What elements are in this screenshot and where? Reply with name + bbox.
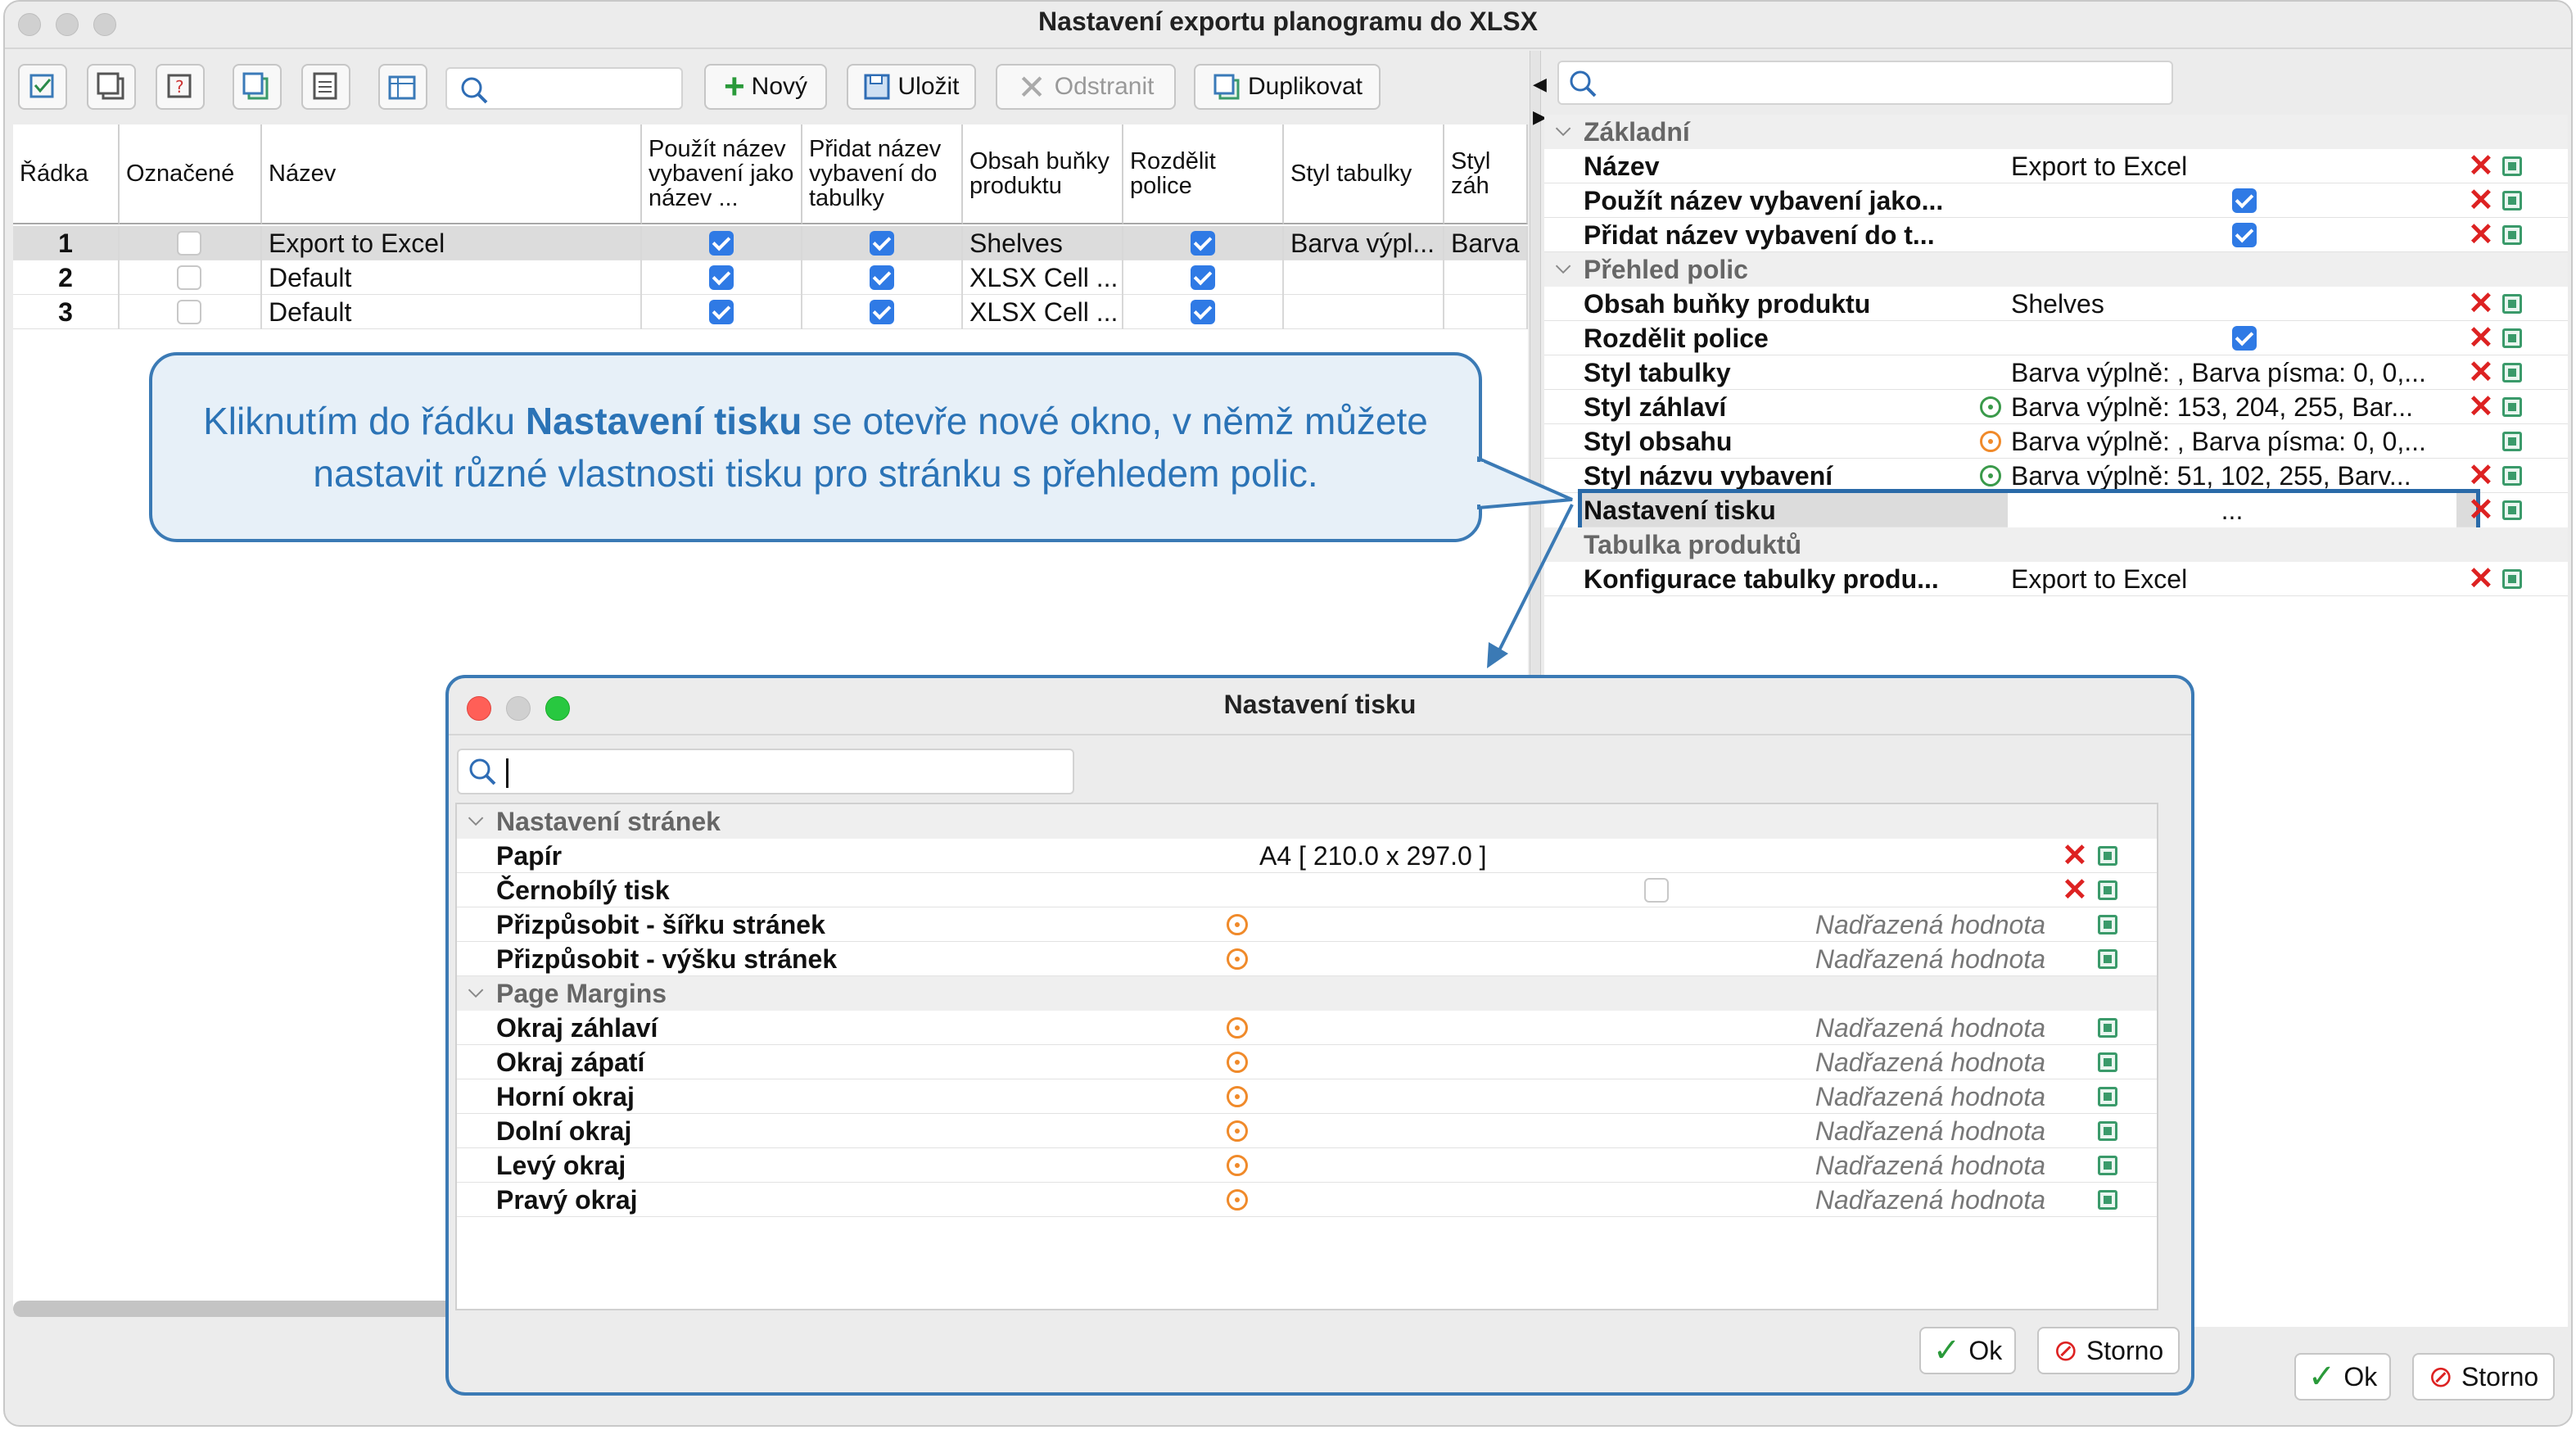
property-row-top-margin[interactable]: Horní okraj Nadřazená hodnota [457,1079,2157,1114]
property-label: Papír [496,841,563,871]
property-value[interactable]: Nadřazená hodnota [1259,1183,2045,1217]
property-row-footer-margin[interactable]: Okraj zápatí Nadřazená hodnota [457,1045,2157,1079]
property-row-fit-height[interactable]: Přizpůsobit - výšku stránek Nadřazená hod… [457,942,2157,976]
property-row-fit-width[interactable]: Přizpůsobit - šířku stránek Nadřazená hod… [457,907,2157,942]
section-page-settings-title: Nastavení stránek [496,807,721,836]
dialog-cancel-label: Storno [2086,1335,2164,1365]
check-icon: ✓ [1932,1333,1961,1369]
cancel-icon: ⊘ [2053,1333,2078,1367]
property-label: Levý okraj [496,1151,626,1180]
property-label: Horní okraj [496,1082,635,1111]
property-value[interactable]: Nadřazená hodnota [1259,1148,2045,1183]
property-row-paper[interactable]: Papír A4 [ 210.0 x 297.0 ] ✕ [457,839,2157,873]
dialog-ok-label: Ok [1968,1335,2003,1365]
clear-icon[interactable]: ✕ [2062,874,2088,907]
edit-icon[interactable] [2098,1087,2117,1106]
dialog-title: Nastavení tisku [1223,690,1417,719]
section-page-margins[interactable]: ⌵ Page Margins [457,976,2157,1011]
chevron-down-icon: ⌵ [468,980,484,1002]
property-label: Okraj zápatí [496,1048,645,1077]
property-row-left-margin[interactable]: Levý okraj Nadřazená hodnota [457,1148,2157,1183]
inherited-orange-icon [1227,948,1248,970]
section-page-margins-title: Page Margins [496,979,667,1008]
search-icon [469,758,496,785]
dialog-cancel-button[interactable]: ⊘ Storno [2037,1327,2180,1374]
inherited-orange-icon [1227,1086,1248,1107]
section-page-settings[interactable]: ⌵ Nastavení stránek [457,804,2157,839]
property-value[interactable]: Nadřazená hodnota [1259,1011,2045,1045]
property-value[interactable]: Nadřazená hodnota [1259,942,2045,976]
inherited-orange-icon [1227,1052,1248,1073]
bw-print-checkbox[interactable] [1644,878,1669,903]
property-value[interactable]: Nadřazená hodnota [1259,1045,2045,1079]
edit-icon[interactable] [2098,915,2117,934]
edit-icon[interactable] [2098,846,2117,866]
property-row-bw-print[interactable]: Černobílý tisk ✕ [457,873,2157,907]
property-row-bottom-margin[interactable]: Dolní okraj Nadřazená hodnota [457,1114,2157,1148]
property-label: Okraj záhlaví [496,1013,658,1043]
text-cursor [506,758,508,788]
edit-icon[interactable] [2098,1052,2117,1072]
chevron-down-icon: ⌵ [468,808,484,830]
property-label: Dolní okraj [496,1116,632,1146]
property-value[interactable]: Nadřazená hodnota [1259,907,2045,942]
inherited-orange-icon [1227,1155,1248,1176]
dialog-property-grid: ⌵ Nastavení stránek Papír A4 [ 210.0 x 297… [455,803,2158,1310]
property-label: Přizpůsobit - výšku stránek [496,944,838,974]
clear-icon[interactable]: ✕ [2062,839,2088,872]
property-row-right-margin[interactable]: Pravý okraj Nadřazená hodnota [457,1183,2157,1217]
property-value[interactable]: A4 [ 210.0 x 297.0 ] [1259,839,1487,873]
edit-icon[interactable] [2098,1121,2117,1141]
edit-icon[interactable] [2098,1190,2117,1210]
dialog-ok-button[interactable]: ✓ Ok [1919,1327,2016,1374]
property-row-header-margin[interactable]: Okraj záhlaví Nadřazená hodnota [457,1011,2157,1045]
inherited-orange-icon [1227,1189,1248,1211]
dialog-search-field[interactable] [457,749,1074,794]
property-label: Černobílý tisk [496,876,670,905]
inherited-orange-icon [1227,914,1248,935]
edit-icon[interactable] [2098,1156,2117,1175]
property-label: Pravý okraj [496,1185,638,1215]
dialog-title-bar: Nastavení tisku [449,678,2191,735]
property-value[interactable]: Nadřazená hodnota [1259,1079,2045,1114]
print-settings-dialog: Nastavení tisku ⌵ Nastavení stránek Papír… [445,675,2194,1396]
edit-icon[interactable] [2098,949,2117,969]
edit-icon[interactable] [2098,880,2117,900]
property-value[interactable]: Nadřazená hodnota [1259,1114,2045,1148]
inherited-orange-icon [1227,1017,1248,1039]
property-label: Přizpůsobit - šířku stránek [496,910,825,939]
edit-icon[interactable] [2098,1018,2117,1038]
inherited-orange-icon [1227,1120,1248,1142]
